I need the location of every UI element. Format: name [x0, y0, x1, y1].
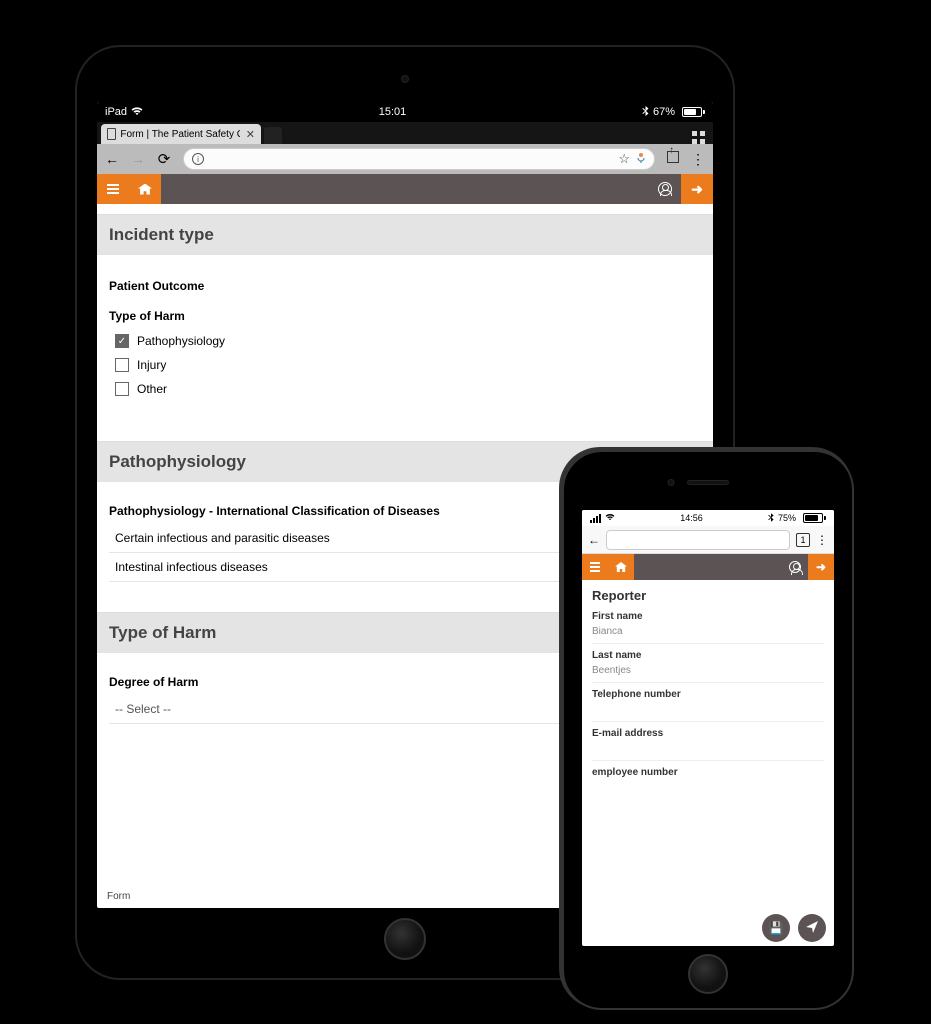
last-name-label: Last name: [592, 648, 824, 663]
login-icon: ➜: [691, 181, 703, 198]
first-name-input[interactable]: Bianca: [592, 624, 824, 644]
checkbox-checked-icon: ✓: [115, 334, 129, 348]
tabs-button[interactable]: 1: [796, 533, 810, 547]
last-name-input[interactable]: Beentjes: [592, 663, 824, 683]
status-carrier: iPad: [105, 106, 127, 118]
home-button[interactable]: [129, 174, 161, 204]
tabs-grid-button[interactable]: [692, 125, 705, 144]
status-time: 14:56: [680, 513, 703, 523]
address-bar[interactable]: [606, 530, 790, 550]
login-button[interactable]: ➜: [681, 174, 713, 204]
reload-button[interactable]: ⟳: [157, 150, 171, 168]
hamburger-icon: [107, 184, 119, 194]
menu-button[interactable]: ⋮: [691, 151, 705, 168]
iphone-home-button[interactable]: [688, 954, 728, 994]
status-time: 15:01: [379, 106, 407, 118]
home-icon: [138, 184, 152, 195]
tab-title: Form | The Patient Safety Co: [120, 129, 239, 140]
profile-button[interactable]: [782, 554, 808, 580]
checkbox-icon: [115, 382, 129, 396]
telephone-label: Telephone number: [592, 687, 824, 702]
iphone-speaker: [687, 480, 729, 485]
battery-percentage: 75%: [778, 513, 796, 523]
home-icon: [615, 562, 627, 572]
iphone-device: 14:56 75% ← 1 ⋮ ➜: [562, 450, 854, 1010]
send-button[interactable]: [798, 914, 826, 942]
menu-button[interactable]: ⋮: [816, 533, 828, 547]
profile-button[interactable]: [649, 174, 681, 204]
action-buttons: 💾: [762, 914, 826, 942]
patient-outcome-label: Patient Outcome: [109, 279, 701, 293]
section-header-incident-type: Incident type: [97, 214, 713, 255]
email-label: E-mail address: [592, 726, 824, 741]
user-icon: [789, 561, 801, 573]
wifi-icon: [131, 106, 143, 119]
save-icon: 💾: [769, 921, 784, 935]
harm-option[interactable]: Other: [115, 377, 701, 401]
wifi-icon: [605, 513, 615, 523]
type-of-harm-label: Type of Harm: [109, 309, 701, 323]
login-button[interactable]: ➜: [808, 554, 834, 580]
app-header: ➜: [582, 554, 834, 580]
employee-label: employee number: [592, 765, 824, 780]
telephone-input[interactable]: [592, 702, 824, 722]
harm-option[interactable]: ✓ Pathophysiology: [115, 329, 701, 353]
save-button[interactable]: 💾: [762, 914, 790, 942]
iphone-browser-bar: ← 1 ⋮: [582, 526, 834, 554]
grid-icon: [692, 131, 705, 144]
share-button[interactable]: [667, 150, 679, 168]
battery-icon: [800, 513, 826, 523]
voice-search-icon[interactable]: [636, 152, 646, 167]
menu-toggle-button[interactable]: [97, 174, 129, 204]
harm-checklist: ✓ Pathophysiology Injury Other: [115, 329, 701, 401]
harm-option-label: Injury: [137, 358, 166, 372]
email-input[interactable]: [592, 741, 824, 761]
tabs-count: 1: [800, 535, 805, 545]
ipad-home-button[interactable]: [384, 918, 426, 960]
bookmark-star-icon[interactable]: ☆: [618, 151, 630, 167]
iphone-screen: 14:56 75% ← 1 ⋮ ➜: [582, 510, 834, 946]
new-tab-ghost[interactable]: [264, 127, 282, 144]
share-icon: [667, 151, 679, 163]
login-icon: ➜: [816, 560, 826, 574]
hamburger-icon: [590, 562, 600, 572]
harm-option-label: Other: [137, 382, 167, 396]
user-icon: [658, 182, 672, 196]
app-header: ➜: [97, 174, 713, 204]
browser-tab[interactable]: Form | The Patient Safety Co ✕: [101, 124, 261, 144]
bluetooth-icon: [642, 106, 649, 119]
ipad-camera: [401, 75, 409, 83]
page-icon: [107, 128, 116, 140]
checkbox-icon: [115, 358, 129, 372]
send-icon: [806, 921, 818, 936]
forward-button: →: [131, 151, 145, 167]
browser-tabstrip: Form | The Patient Safety Co ✕: [97, 122, 713, 144]
iphone-status-bar: 14:56 75%: [582, 510, 834, 526]
harm-option-label: Pathophysiology: [137, 334, 225, 348]
address-bar[interactable]: i ☆: [183, 148, 655, 170]
harm-option[interactable]: Injury: [115, 353, 701, 377]
battery-percentage: 67%: [653, 106, 675, 118]
signal-icon: [590, 514, 601, 523]
battery-icon: [679, 107, 705, 117]
back-button[interactable]: ←: [105, 151, 119, 167]
section-header-reporter: Reporter: [592, 588, 824, 603]
browser-toolbar: ← → ⟳ i ☆ ⋮: [97, 144, 713, 174]
ipad-status-bar: iPad 15:01 67%: [97, 102, 713, 122]
back-button[interactable]: ←: [588, 533, 600, 547]
form-body: Reporter First name Bianca Last name Bee…: [582, 580, 834, 792]
bluetooth-icon: [768, 513, 774, 524]
menu-toggle-button[interactable]: [582, 554, 608, 580]
first-name-label: First name: [592, 609, 824, 624]
site-info-icon[interactable]: i: [192, 153, 204, 165]
home-button[interactable]: [608, 554, 634, 580]
close-tab-icon[interactable]: ✕: [246, 128, 255, 141]
iphone-camera: [668, 479, 675, 486]
